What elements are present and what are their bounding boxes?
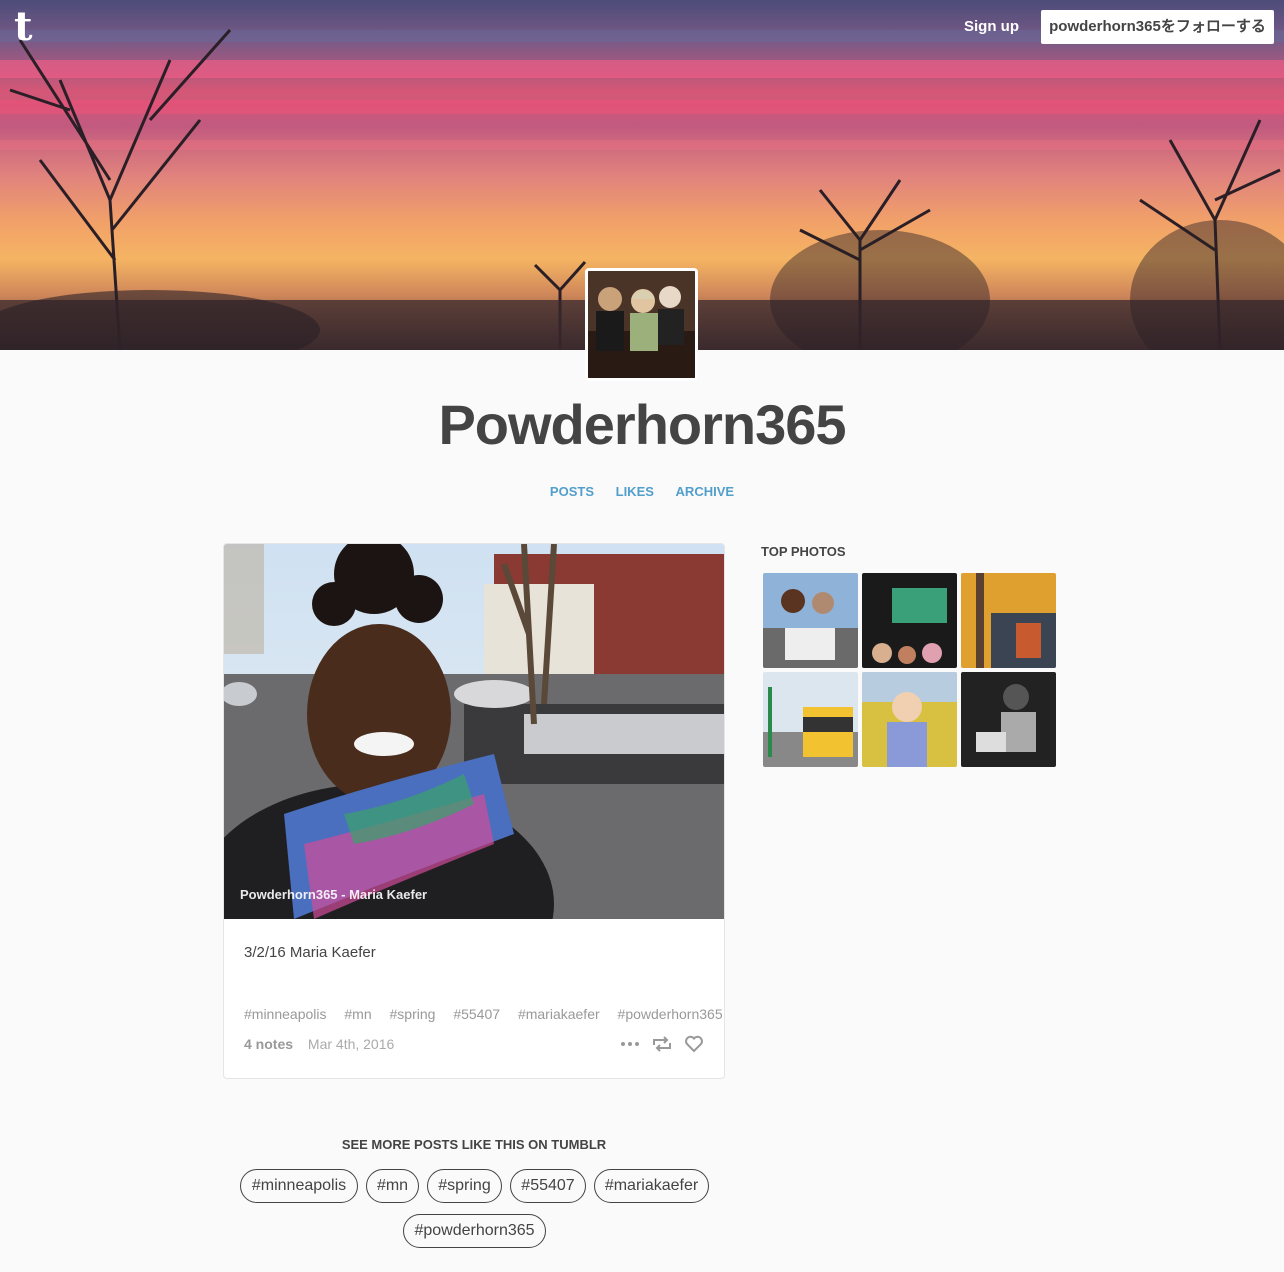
see-more-title: SEE MORE POSTS LIKE THIS ON TUMBLR xyxy=(341,1137,607,1152)
blog-nav: POSTS LIKES ARCHIVE xyxy=(0,484,1284,499)
post-footer: 4 notes Mar 4th, 2016 xyxy=(244,1034,704,1056)
top-photo-thumb[interactable] xyxy=(862,672,957,767)
nav-posts[interactable]: POSTS xyxy=(550,484,594,499)
post-tag[interactable]: #spring xyxy=(390,1006,436,1022)
photo-watermark: Powderhorn365 - Maria Kaefer xyxy=(240,887,428,902)
blog-title: Powderhorn365 xyxy=(438,393,846,456)
post-date[interactable]: Mar 4th, 2016 xyxy=(308,1036,394,1052)
see-more-tag[interactable]: #minneapolis xyxy=(240,1169,358,1203)
nav-likes[interactable]: LIKES xyxy=(616,484,654,499)
nav-archive[interactable]: ARCHIVE xyxy=(676,484,735,499)
like-icon[interactable] xyxy=(684,1034,704,1054)
post-actions xyxy=(620,1034,704,1054)
see-more-tag[interactable]: #mn xyxy=(366,1169,419,1203)
see-more-tag[interactable]: #spring xyxy=(427,1169,502,1203)
blog-avatar[interactable] xyxy=(585,268,698,381)
top-photo-thumb[interactable] xyxy=(961,672,1056,767)
post-card: Powderhorn365 - Maria Kaefer 3/2/16 Mari… xyxy=(223,543,725,1079)
see-more-tag[interactable]: #powderhorn365 xyxy=(403,1214,546,1248)
post-tags: #minneapolis #mn #spring #55407 #mariaka… xyxy=(244,1006,724,1022)
top-photo-thumb[interactable] xyxy=(862,573,957,668)
sign-up-link[interactable]: Sign up xyxy=(956,12,1027,42)
top-photo-thumb[interactable] xyxy=(763,573,858,668)
reblog-icon[interactable] xyxy=(652,1034,672,1054)
post-photo[interactable]: Powderhorn365 - Maria Kaefer xyxy=(224,544,724,919)
post-tag[interactable]: #55407 xyxy=(453,1006,500,1022)
see-more-tag[interactable]: #mariakaefer xyxy=(594,1169,709,1203)
top-photo-thumb[interactable] xyxy=(763,672,858,767)
top-photos-grid xyxy=(763,573,1057,767)
post-tag[interactable]: #minneapolis xyxy=(244,1006,327,1022)
tumblr-logo-icon[interactable]: t xyxy=(14,7,40,47)
notes-count[interactable]: 4 notes xyxy=(244,1036,293,1052)
top-photo-thumb[interactable] xyxy=(961,573,1056,668)
post-tag[interactable]: #powderhorn365 xyxy=(618,1006,723,1022)
see-more-tag[interactable]: #55407 xyxy=(510,1169,586,1203)
post-tag[interactable]: #mariakaefer xyxy=(518,1006,600,1022)
more-icon[interactable] xyxy=(620,1034,640,1054)
post-caption: 3/2/16 Maria Kaefer xyxy=(244,944,376,961)
top-photos-title: TOP PHOTOS xyxy=(761,544,846,559)
follow-button[interactable]: powderhorn365をフォローする xyxy=(1041,10,1274,44)
post-tag[interactable]: #mn xyxy=(344,1006,371,1022)
